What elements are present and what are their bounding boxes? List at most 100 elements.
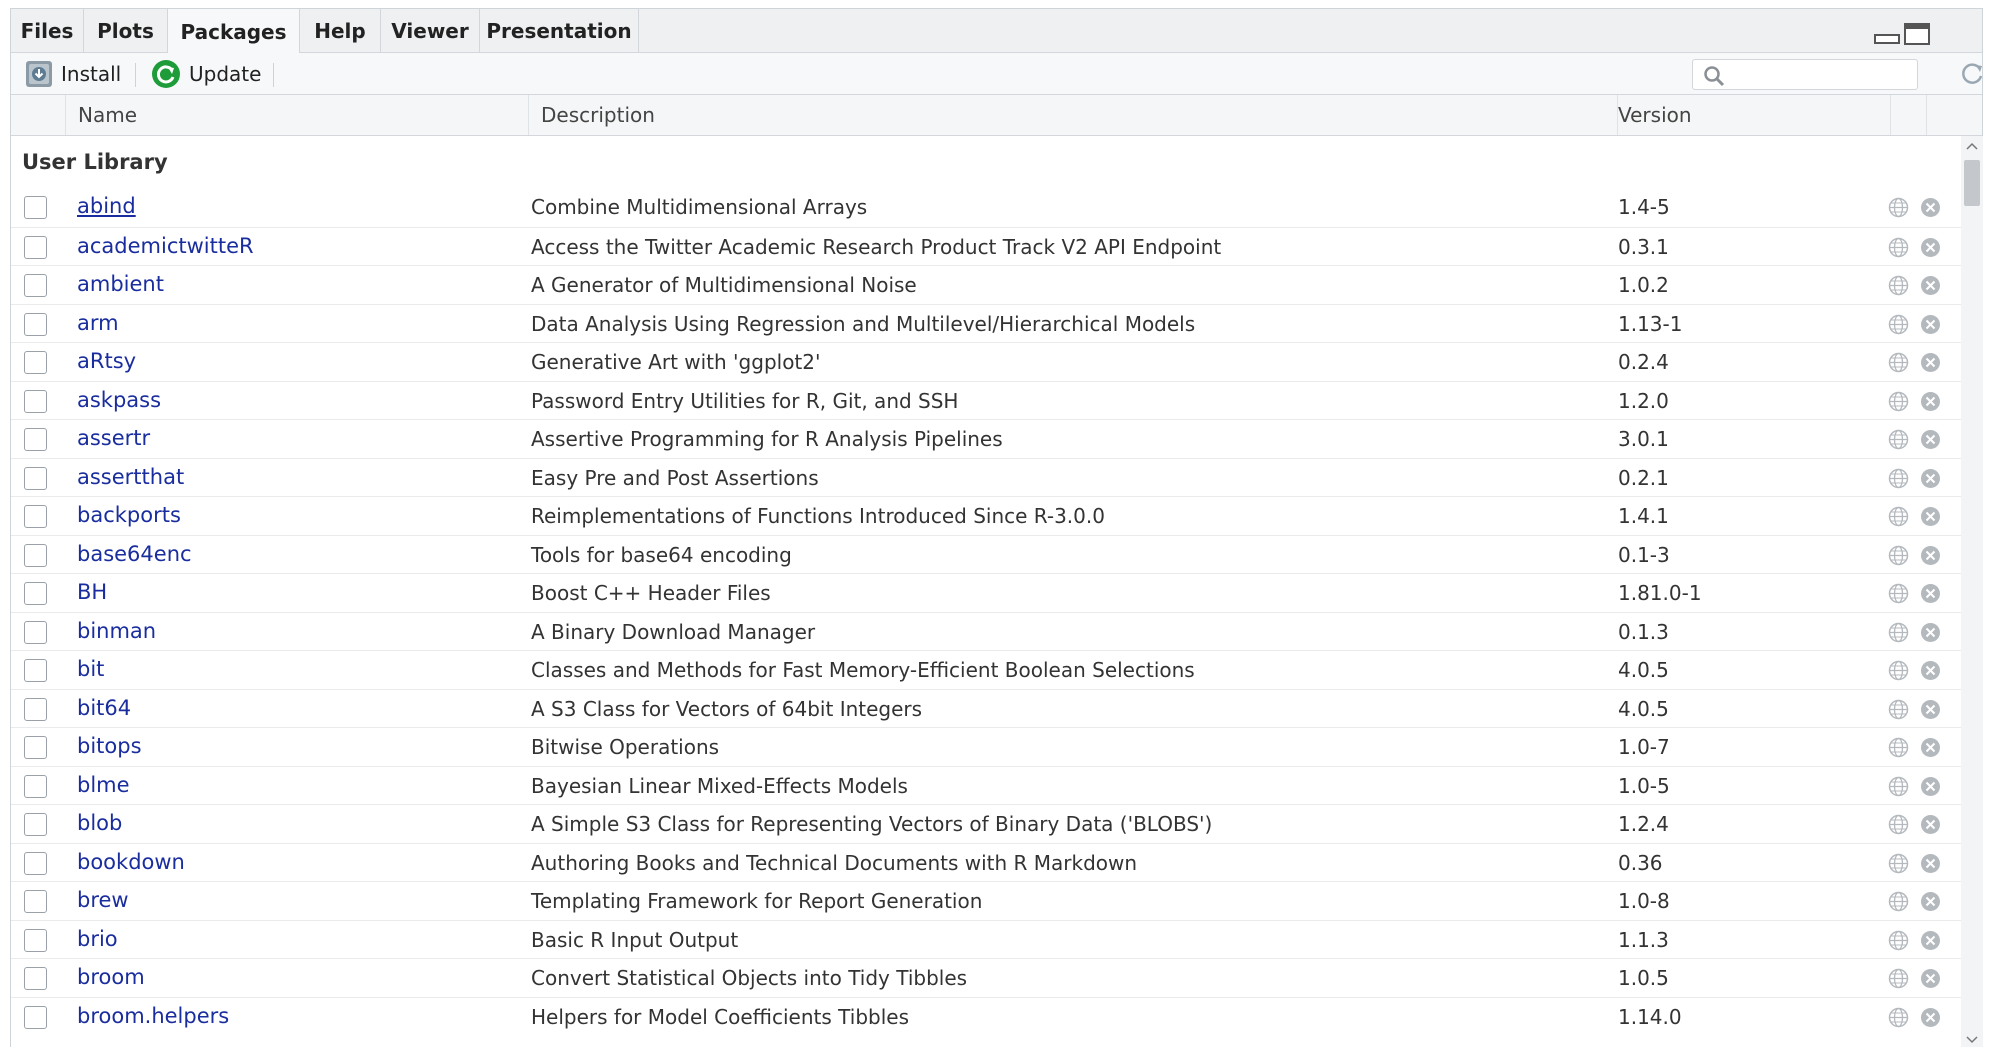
package-name-link[interactable]: arm <box>77 311 119 335</box>
package-name-link[interactable]: broom.helpers <box>77 1004 229 1028</box>
package-checkbox[interactable] <box>24 928 47 952</box>
package-name-link[interactable]: assertthat <box>77 465 184 489</box>
globe-icon[interactable] <box>1888 968 1909 989</box>
tab-presentation[interactable]: Presentation <box>480 9 639 53</box>
remove-icon[interactable] <box>1920 506 1941 527</box>
remove-icon[interactable] <box>1920 814 1941 835</box>
remove-icon[interactable] <box>1920 891 1941 912</box>
package-checkbox[interactable] <box>24 351 47 374</box>
package-checkbox[interactable] <box>24 235 47 259</box>
globe-icon[interactable] <box>1888 1007 1909 1028</box>
globe-icon[interactable] <box>1888 660 1909 681</box>
package-name-link[interactable]: binman <box>77 619 156 643</box>
package-checkbox[interactable] <box>24 659 47 682</box>
vertical-scrollbar[interactable] <box>1961 136 1983 1047</box>
scroll-up-icon[interactable] <box>1966 142 1978 150</box>
minimize-icon[interactable] <box>1874 23 1900 45</box>
package-checkbox[interactable] <box>24 1005 47 1029</box>
package-checkbox[interactable] <box>24 466 47 490</box>
globe-icon[interactable] <box>1888 737 1909 758</box>
package-name-link[interactable]: brio <box>77 927 118 951</box>
remove-icon[interactable] <box>1920 314 1941 335</box>
tab-plots[interactable]: Plots <box>84 9 168 53</box>
package-checkbox[interactable] <box>24 428 47 451</box>
package-name-link[interactable]: assertr <box>77 426 150 450</box>
package-checkbox[interactable] <box>24 697 47 721</box>
package-checkbox[interactable] <box>24 196 47 219</box>
package-name-link[interactable]: broom <box>77 965 145 989</box>
globe-icon[interactable] <box>1888 699 1909 720</box>
tab-packages[interactable]: Packages <box>168 9 300 54</box>
package-checkbox[interactable] <box>24 736 47 759</box>
search-input[interactable] <box>1733 64 1911 86</box>
remove-icon[interactable] <box>1920 968 1941 989</box>
globe-icon[interactable] <box>1888 237 1909 258</box>
remove-icon[interactable] <box>1920 737 1941 758</box>
package-checkbox[interactable] <box>24 774 47 798</box>
remove-icon[interactable] <box>1920 622 1941 643</box>
search-box[interactable] <box>1692 59 1918 90</box>
remove-icon[interactable] <box>1920 853 1941 874</box>
remove-icon[interactable] <box>1920 930 1941 951</box>
globe-icon[interactable] <box>1888 197 1909 218</box>
refresh-icon[interactable] <box>1959 61 1985 87</box>
globe-icon[interactable] <box>1888 275 1909 296</box>
package-checkbox[interactable] <box>24 505 47 528</box>
column-header-version[interactable]: Version <box>1606 95 1891 135</box>
remove-icon[interactable] <box>1920 352 1941 373</box>
package-name-link[interactable]: bit64 <box>77 696 131 720</box>
remove-icon[interactable] <box>1920 660 1941 681</box>
package-checkbox[interactable] <box>24 813 47 836</box>
package-name-link[interactable]: BH <box>77 580 107 604</box>
column-header-name[interactable]: Name <box>66 95 529 135</box>
package-name-link[interactable]: blme <box>77 773 130 797</box>
scroll-down-icon[interactable] <box>1966 1036 1978 1044</box>
remove-icon[interactable] <box>1920 429 1941 450</box>
package-checkbox[interactable] <box>24 890 47 913</box>
package-name-link[interactable]: bookdown <box>77 850 185 874</box>
remove-icon[interactable] <box>1920 545 1941 566</box>
package-name-link[interactable]: blob <box>77 811 122 835</box>
globe-icon[interactable] <box>1888 814 1909 835</box>
package-checkbox[interactable] <box>24 312 47 336</box>
package-name-link[interactable]: askpass <box>77 388 161 412</box>
remove-icon[interactable] <box>1920 1007 1941 1028</box>
globe-icon[interactable] <box>1888 622 1909 643</box>
package-name-link[interactable]: academictwitteR <box>77 234 254 258</box>
package-checkbox[interactable] <box>24 582 47 605</box>
tab-files[interactable]: Files <box>11 9 84 53</box>
package-checkbox[interactable] <box>24 851 47 875</box>
globe-icon[interactable] <box>1888 930 1909 951</box>
package-checkbox[interactable] <box>24 967 47 990</box>
remove-icon[interactable] <box>1920 275 1941 296</box>
remove-icon[interactable] <box>1920 699 1941 720</box>
tab-help[interactable]: Help <box>300 9 381 53</box>
globe-icon[interactable] <box>1888 583 1909 604</box>
package-name-link[interactable]: bitops <box>77 734 142 758</box>
remove-icon[interactable] <box>1920 583 1941 604</box>
package-name-link[interactable]: abind <box>77 194 136 218</box>
scrollbar-thumb[interactable] <box>1964 160 1980 206</box>
tab-viewer[interactable]: Viewer <box>381 9 480 53</box>
globe-icon[interactable] <box>1888 853 1909 874</box>
globe-icon[interactable] <box>1888 891 1909 912</box>
package-checkbox[interactable] <box>24 620 47 644</box>
globe-icon[interactable] <box>1888 776 1909 797</box>
package-checkbox[interactable] <box>24 389 47 413</box>
package-name-link[interactable]: bit <box>77 657 104 681</box>
install-button[interactable]: Install <box>25 59 121 89</box>
update-button[interactable]: Update <box>151 59 261 89</box>
package-name-link[interactable]: brew <box>77 888 129 912</box>
column-header-description[interactable]: Description <box>529 95 1618 135</box>
package-name-link[interactable]: ambient <box>77 272 164 296</box>
package-name-link[interactable]: backports <box>77 503 181 527</box>
package-name-link[interactable]: aRtsy <box>77 349 136 373</box>
globe-icon[interactable] <box>1888 506 1909 527</box>
maximize-icon[interactable] <box>1904 23 1930 45</box>
remove-icon[interactable] <box>1920 391 1941 412</box>
package-checkbox[interactable] <box>24 543 47 567</box>
remove-icon[interactable] <box>1920 776 1941 797</box>
globe-icon[interactable] <box>1888 545 1909 566</box>
globe-icon[interactable] <box>1888 314 1909 335</box>
remove-icon[interactable] <box>1920 237 1941 258</box>
